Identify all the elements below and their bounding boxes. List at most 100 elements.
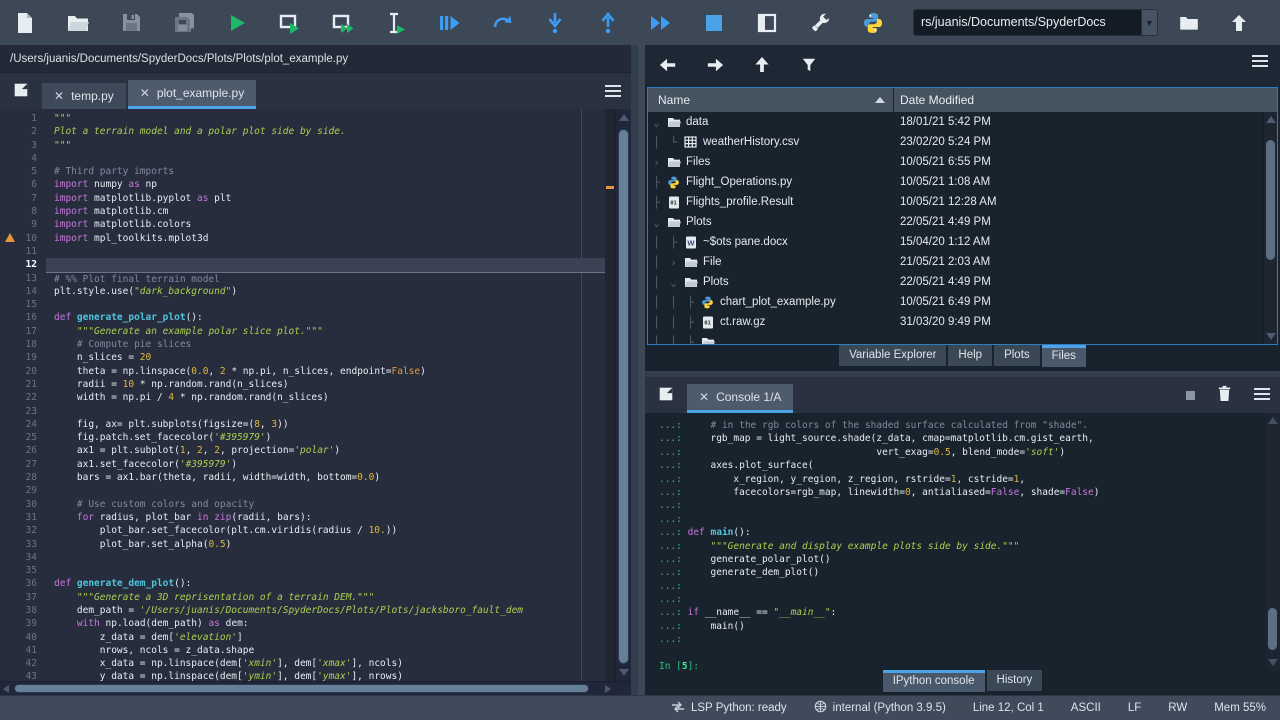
python-path-manager-button[interactable]: [858, 8, 888, 38]
file-date-modified: 10/05/21 6:49 PM: [900, 296, 991, 308]
scroll-right-arrow[interactable]: [605, 685, 611, 693]
code-line: ax1.set_facecolor('#395979'): [46, 458, 605, 471]
workdir-dropdown-button[interactable]: ▼: [1141, 9, 1158, 36]
browse-workdir-button[interactable]: [1174, 8, 1204, 38]
scroll-down-arrow[interactable]: [1268, 659, 1278, 666]
save-all-button[interactable]: [169, 8, 199, 38]
file-row[interactable]: │⌄Plots22/05/21 4:49 PM: [648, 272, 1277, 292]
preferences-button[interactable]: [805, 8, 835, 38]
scroll-up-arrow[interactable]: [619, 114, 629, 121]
status-lsp-python-ready: LSP Python: ready: [671, 701, 787, 716]
tab-ipython-console[interactable]: IPython console: [883, 670, 985, 692]
maximize-pane-button[interactable]: [752, 8, 782, 38]
folder-icon: [665, 156, 682, 168]
console-tab[interactable]: ✕ Console 1/A: [687, 384, 793, 413]
run-selection-button[interactable]: [381, 8, 411, 38]
ipython-console-output[interactable]: ...: # in the rgb colors of the shaded s…: [645, 413, 1280, 670]
parent-directory-button[interactable]: [1224, 8, 1254, 38]
browse-tabs-button[interactable]: [653, 382, 679, 408]
remove-variables-button[interactable]: [1217, 385, 1232, 405]
file-row[interactable]: │›File21/05/21 2:03 AM: [648, 252, 1277, 272]
scrollbar-thumb[interactable]: [618, 129, 629, 664]
hamburger-icon: [605, 86, 621, 101]
close-icon[interactable]: ✕: [54, 89, 64, 103]
files-tree-body[interactable]: ⌄data18/01/21 5:42 PM│└weatherHistory.cs…: [648, 112, 1277, 344]
file-row[interactable]: ││├01ct.raw.gz31/03/20 9:49 PM: [648, 312, 1277, 332]
run-cell-advance-button[interactable]: [328, 8, 358, 38]
files-parent-button[interactable]: [747, 52, 777, 80]
stop-console-button[interactable]: [1186, 391, 1195, 400]
rerun-cell-button[interactable]: [487, 8, 517, 38]
tab-variable-explorer[interactable]: Variable Explorer: [839, 345, 946, 366]
file-row[interactable]: ├Flight_Operations.py10/05/21 1:08 AM: [648, 172, 1277, 192]
editor-horizontal-scrollbar[interactable]: [0, 681, 631, 695]
scroll-down-arrow[interactable]: [1266, 333, 1276, 340]
debug-file-button[interactable]: [434, 8, 464, 38]
file-row[interactable]: ││├: [648, 332, 1277, 344]
svg-text:W: W: [687, 238, 695, 247]
chevron-down-icon[interactable]: ⌄: [648, 116, 665, 129]
file-row[interactable]: │├W~$ots pane.docx15/04/20 1:12 AM: [648, 232, 1277, 252]
editor-vertical-scrollbar[interactable]: [615, 109, 631, 681]
save-button[interactable]: [116, 8, 146, 38]
step-into-button[interactable]: [540, 8, 570, 38]
console-options-menu-button[interactable]: [1254, 387, 1270, 404]
files-options-menu-button[interactable]: [1252, 54, 1268, 71]
chevron-right-icon[interactable]: ›: [648, 156, 665, 169]
line-number: 28: [0, 471, 46, 484]
file-row[interactable]: │└weatherHistory.csv23/02/20 5:24 PM: [648, 132, 1277, 152]
column-header-name[interactable]: Name: [648, 88, 894, 112]
editor-tab-plot_example.py[interactable]: ✕plot_example.py: [128, 80, 256, 109]
file-row[interactable]: ⌄Plots22/05/21 4:49 PM: [648, 212, 1277, 232]
tab-plots[interactable]: Plots: [994, 345, 1040, 366]
scrollbar-thumb[interactable]: [1266, 140, 1275, 260]
line-number: 1: [0, 112, 46, 125]
maximize-pane-icon: [757, 13, 777, 33]
line-number: 31: [0, 511, 46, 524]
close-icon[interactable]: ✕: [140, 86, 150, 100]
code-line: """: [46, 112, 605, 125]
chevron-down-icon[interactable]: ⌄: [648, 216, 665, 229]
run-button[interactable]: [222, 8, 252, 38]
code-line: def generate_polar_plot():: [46, 311, 605, 324]
file-row[interactable]: ││├chart_plot_example.py10/05/21 6:49 PM: [648, 292, 1277, 312]
chevron-down-icon[interactable]: ⌄: [665, 276, 682, 289]
scroll-up-arrow[interactable]: [1268, 417, 1278, 424]
tab-help[interactable]: Help: [948, 345, 992, 366]
tab-files[interactable]: Files: [1042, 345, 1086, 367]
step-return-button[interactable]: [593, 8, 623, 38]
console-line: ...: # in the rgb colors of the shaded s…: [659, 419, 1280, 432]
code-area[interactable]: """Plot a terrain model and a polar plot…: [46, 109, 605, 681]
scroll-up-arrow[interactable]: [1266, 116, 1276, 123]
tree-connector: └: [665, 136, 682, 149]
chevron-right-icon[interactable]: ›: [665, 256, 682, 269]
tree-guide: │: [665, 316, 682, 329]
files-filter-button[interactable]: [794, 52, 824, 80]
scroll-down-arrow[interactable]: [619, 669, 629, 676]
run-cell-button[interactable]: [275, 8, 305, 38]
browse-tabs-button[interactable]: [8, 78, 34, 104]
scroll-left-arrow[interactable]: [3, 685, 9, 693]
console-header-icons: [1186, 385, 1270, 405]
scrollbar-thumb[interactable]: [1268, 608, 1277, 650]
editor-options-menu-button[interactable]: [605, 84, 621, 101]
code-editor[interactable]: 1234567891011121314151617181920212223242…: [0, 109, 631, 681]
tab-history[interactable]: History: [987, 670, 1043, 691]
files-forward-button[interactable]: [700, 52, 730, 80]
tree-guide: │: [665, 336, 682, 345]
column-header-date-modified[interactable]: Date Modified: [894, 88, 1277, 112]
file-row[interactable]: ⌄data18/01/21 5:42 PM: [648, 112, 1277, 132]
console-vertical-scrollbar[interactable]: [1266, 413, 1280, 670]
working-directory-input[interactable]: rs/juanis/Documents/SpyderDocs: [913, 9, 1141, 36]
open-file-button[interactable]: [63, 8, 93, 38]
file-row[interactable]: ›Files10/05/21 6:55 PM: [648, 152, 1277, 172]
scrollbar-thumb[interactable]: [14, 684, 589, 693]
files-back-button[interactable]: [653, 52, 683, 80]
stop-button[interactable]: [699, 8, 729, 38]
new-file-button[interactable]: [10, 8, 40, 38]
continue-execution-button[interactable]: [646, 8, 676, 38]
close-icon[interactable]: ✕: [699, 390, 709, 404]
editor-tab-temp.py[interactable]: ✕temp.py: [42, 83, 126, 109]
files-vertical-scrollbar[interactable]: [1263, 112, 1277, 344]
file-row[interactable]: ├01Flights_profile.Result10/05/21 12:28 …: [648, 192, 1277, 212]
